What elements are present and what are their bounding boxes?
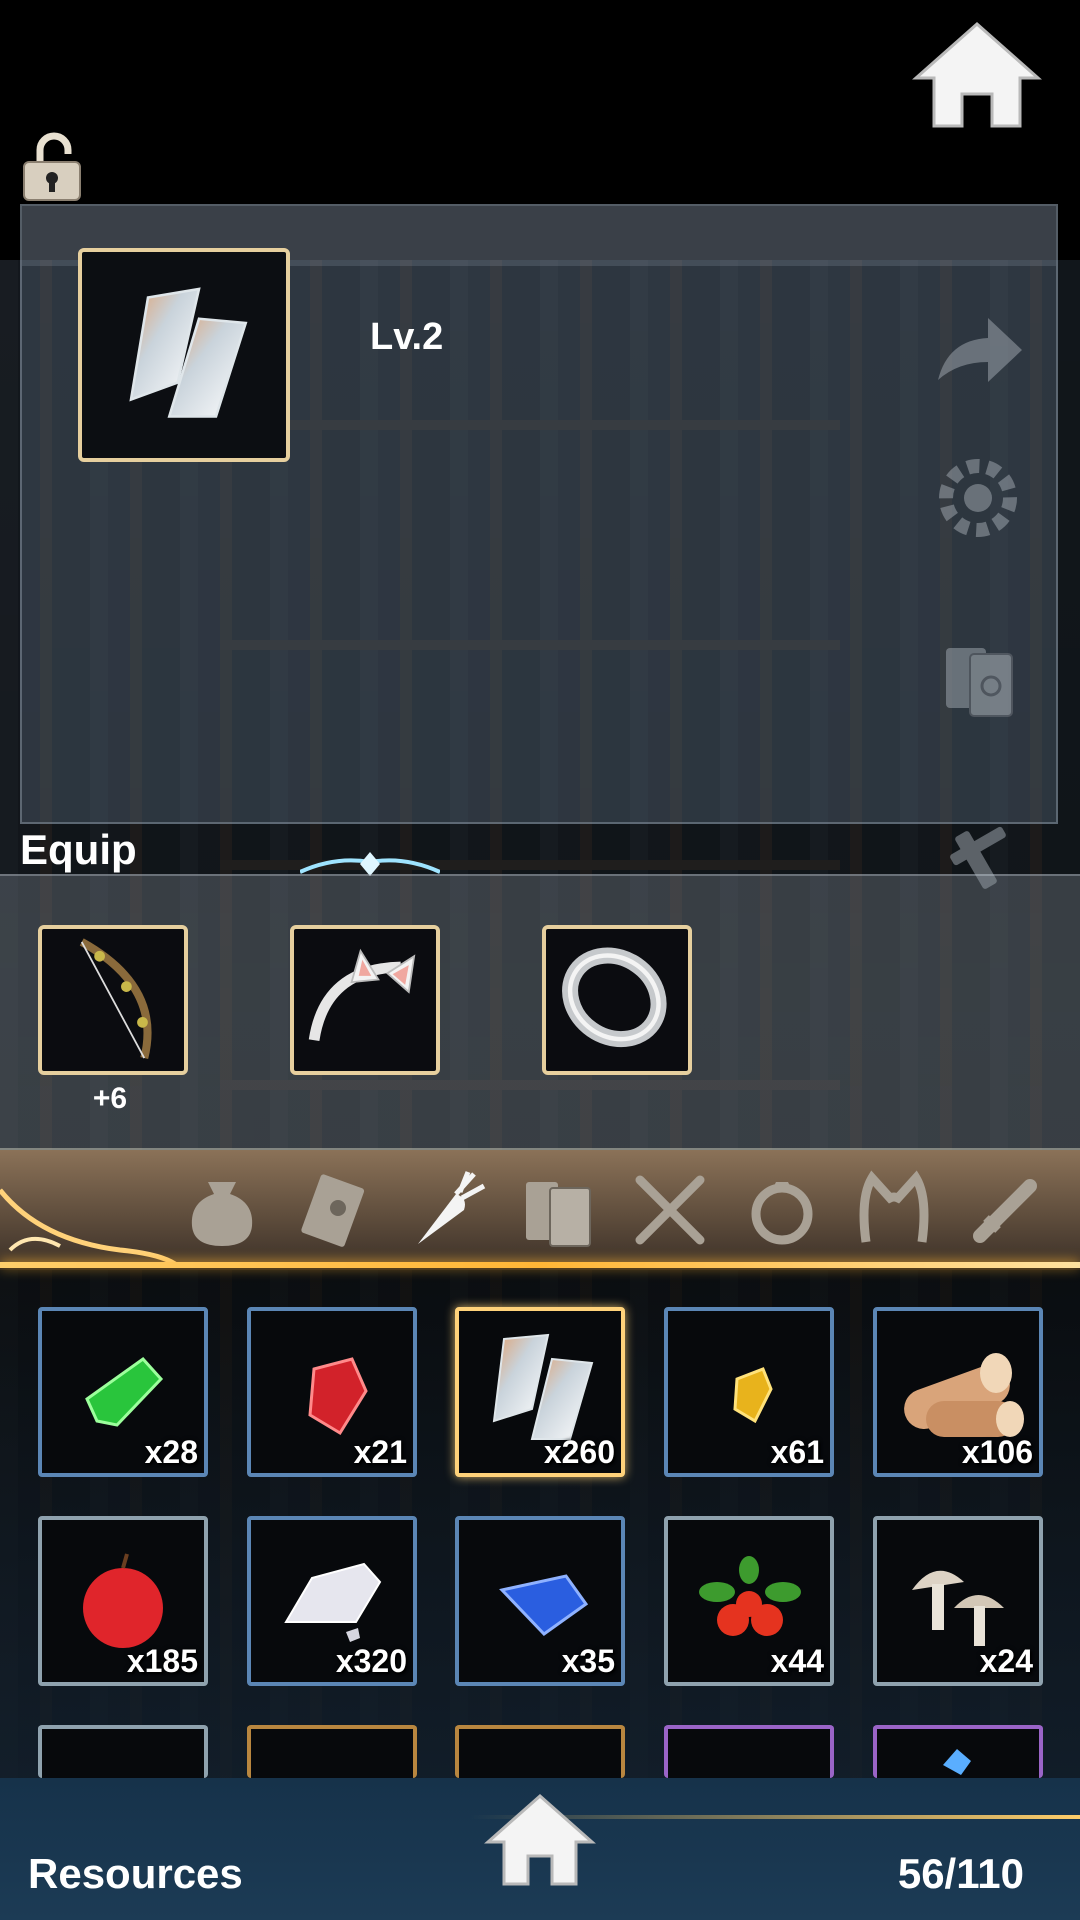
inventory-slot-silver-ore[interactable]: x320 (247, 1516, 417, 1686)
tab-headwear[interactable] (852, 1168, 936, 1252)
equip-slot-accessory[interactable] (542, 925, 692, 1075)
tab-letter-card[interactable] (292, 1168, 376, 1252)
inventory-slot-apple[interactable]: x185 (38, 1516, 208, 1686)
weapon-enhance-level: +6 (92, 1082, 128, 1115)
inventory-slot-gold-crystal[interactable]: x61 (664, 1307, 834, 1477)
next-arrow-icon[interactable] (928, 300, 1028, 400)
equip-section-title: Equip (20, 826, 137, 873)
tab-food-ingredients[interactable] (404, 1168, 488, 1252)
inventory-slot-partial[interactable] (455, 1725, 625, 1778)
inventory-slot-partial[interactable] (664, 1725, 834, 1778)
vine-bow-icon (79, 938, 152, 1060)
item-count: x44 (770, 1643, 824, 1679)
tab-rings[interactable] (740, 1168, 824, 1252)
item-count: x35 (561, 1643, 615, 1679)
unlocked-padlock-icon[interactable] (20, 130, 84, 202)
item-count: x185 (126, 1643, 198, 1679)
item-count: x21 (353, 1434, 407, 1470)
home-icon[interactable] (484, 1792, 596, 1888)
home-icon[interactable] (912, 20, 1042, 130)
silver-ingot-icon (129, 287, 248, 418)
inventory-slot-partial[interactable] (873, 1725, 1043, 1778)
settings-gear-icon[interactable] (928, 448, 1028, 548)
inventory-capacity: 56/110 (897, 1850, 1024, 1897)
equip-slot-headwear[interactable] (290, 925, 440, 1075)
item-count: x106 (961, 1434, 1033, 1470)
partial-crystal-icon (943, 1749, 971, 1775)
inventory-slot-mushroom[interactable]: x24 (873, 1516, 1043, 1686)
inventory-slot-blue-crystal[interactable]: x35 (455, 1516, 625, 1686)
manual-book-icon[interactable] (928, 630, 1028, 730)
item-count: x260 (543, 1434, 615, 1470)
item-count: x28 (144, 1434, 198, 1470)
item-count: x24 (979, 1643, 1033, 1679)
cat-ear-headband-icon (308, 948, 416, 1042)
equip-slot-weapon[interactable] (38, 925, 188, 1075)
silver-ring-icon (562, 947, 667, 1048)
inventory-slot-silver-ingot[interactable]: x260 (455, 1307, 625, 1477)
selected-item-slot (78, 248, 290, 462)
item-count: x61 (770, 1434, 824, 1470)
item-count: x320 (335, 1643, 407, 1679)
tab-cooking[interactable] (628, 1168, 712, 1252)
tab-books[interactable] (516, 1168, 600, 1252)
swirl-ornament-icon (0, 1188, 177, 1267)
inventory-slot-red-crystal[interactable]: x21 (247, 1307, 417, 1477)
inventory-slot-partial[interactable] (247, 1725, 417, 1778)
inventory-slot-green-crystal[interactable]: x28 (38, 1307, 208, 1477)
tab-weapons[interactable] (964, 1168, 1048, 1252)
tab-bag[interactable] (180, 1168, 264, 1252)
inventory-slot-wood-log[interactable]: x106 (873, 1307, 1043, 1477)
inventory-category-title: Resources (28, 1850, 243, 1897)
item-level-label: Lv.2 (370, 316, 444, 358)
inventory-slot-partial[interactable] (38, 1725, 208, 1778)
inventory-slot-tomato-plant[interactable]: x44 (664, 1516, 834, 1686)
